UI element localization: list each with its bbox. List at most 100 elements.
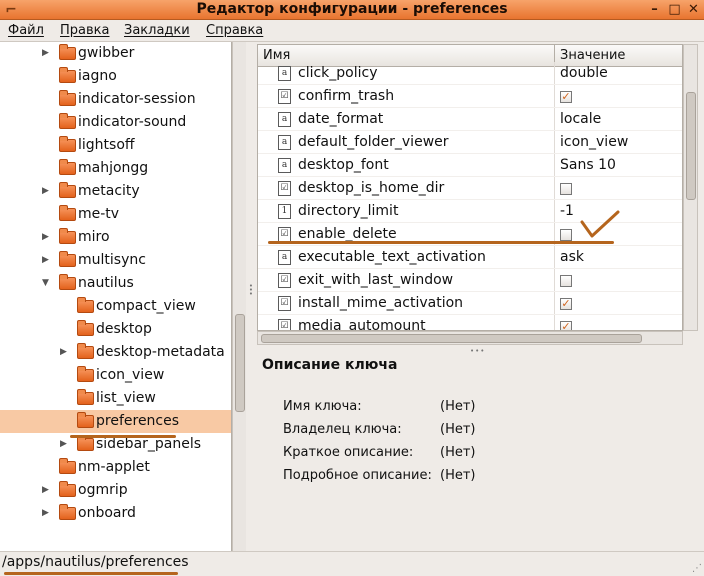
string-key-icon: a bbox=[278, 158, 291, 173]
key-value[interactable]: icon_view bbox=[560, 134, 628, 150]
menu-edit[interactable]: Правка bbox=[60, 23, 109, 38]
key-value-checkbox[interactable] bbox=[560, 183, 572, 195]
folder-icon bbox=[77, 320, 94, 336]
resize-grip-icon[interactable]: ⋰ bbox=[692, 563, 702, 574]
pane-splitter-grip-horizontal[interactable]: ••• bbox=[470, 347, 485, 355]
tree-item-desktop[interactable]: desktop bbox=[0, 318, 231, 341]
expand-arrow-icon[interactable]: ▶ bbox=[42, 254, 52, 266]
folder-icon bbox=[59, 274, 76, 290]
expand-arrow-icon[interactable]: ▶ bbox=[60, 438, 70, 450]
tree-item-ogmrip[interactable]: ▶ ogmrip bbox=[0, 479, 231, 502]
key-row-exit_with_last_window[interactable]: ☑ exit_with_last_window bbox=[258, 269, 682, 292]
expand-arrow-icon[interactable]: ▶ bbox=[42, 231, 52, 243]
tree-item-label: compact_view bbox=[96, 298, 196, 314]
cell-separator bbox=[554, 131, 555, 154]
key-value-checkbox[interactable]: ✓ bbox=[560, 321, 572, 330]
key-row-desktop_font[interactable]: a desktop_font Sans 10 bbox=[258, 154, 682, 177]
tree-item-indicator-session[interactable]: indicator-session bbox=[0, 88, 231, 111]
key-row-install_mime_activation[interactable]: ☑ install_mime_activation ✓ bbox=[258, 292, 682, 315]
folder-icon bbox=[59, 113, 76, 129]
key-value[interactable]: ask bbox=[560, 249, 584, 265]
menu-bookmarks[interactable]: Закладки bbox=[124, 23, 190, 38]
tree-item-label: list_view bbox=[96, 390, 156, 406]
minimize-button[interactable]: – bbox=[646, 1, 663, 18]
key-value-checkbox[interactable]: ✓ bbox=[560, 298, 572, 310]
tree-item-multisync[interactable]: ▶ multisync bbox=[0, 249, 231, 272]
key-row-executable_text_activation[interactable]: a executable_text_activation ask bbox=[258, 246, 682, 269]
tree-item-label: iagno bbox=[78, 68, 117, 84]
tree-item-iagno[interactable]: iagno bbox=[0, 65, 231, 88]
status-path: /apps/nautilus/preferences bbox=[2, 554, 189, 570]
keys-table[interactable]: Имя Значение a click_policy double ☑ confirm… bbox=[257, 44, 683, 331]
collapse-arrow-icon[interactable]: ▼ bbox=[42, 277, 52, 289]
menu-bar: Файл Правка Закладки Справка bbox=[0, 20, 704, 42]
key-row-media_automount[interactable]: ☑ media_automount ✓ bbox=[258, 315, 682, 330]
keys-table-vscrollbar[interactable] bbox=[683, 44, 698, 331]
tree-item-gwibber[interactable]: ▶ gwibber bbox=[0, 42, 231, 65]
tree-scrollbar-thumb[interactable] bbox=[235, 314, 245, 412]
column-header-name[interactable]: Имя bbox=[263, 48, 290, 63]
directory-tree[interactable]: ▶ gwibber iagno indicator-session indicator-… bbox=[0, 42, 232, 551]
key-name: desktop_is_home_dir bbox=[298, 180, 445, 196]
tree-item-nautilus[interactable]: ▼ nautilus bbox=[0, 272, 231, 295]
column-header-value[interactable]: Значение bbox=[560, 48, 625, 63]
key-name: enable_delete bbox=[298, 226, 397, 242]
keys-vscrollbar-thumb[interactable] bbox=[686, 92, 696, 200]
folder-icon bbox=[77, 366, 94, 382]
bool-key-icon: ☑ bbox=[278, 319, 291, 330]
tree-item-indicator-sound[interactable]: indicator-sound bbox=[0, 111, 231, 134]
tree-item-desktop-metadata[interactable]: ▶ desktop-metadata bbox=[0, 341, 231, 364]
folder-icon bbox=[59, 136, 76, 152]
title-bar[interactable]: ⌐ Редактор конфигурации - preferences – … bbox=[0, 0, 704, 20]
key-value-checkbox[interactable] bbox=[560, 229, 572, 241]
key-value[interactable]: -1 bbox=[560, 203, 574, 219]
key-row-confirm_trash[interactable]: ☑ confirm_trash ✓ bbox=[258, 85, 682, 108]
tree-item-label: metacity bbox=[78, 183, 140, 199]
tree-item-compact_view[interactable]: compact_view bbox=[0, 295, 231, 318]
string-key-icon: a bbox=[278, 250, 291, 265]
close-button[interactable]: ✕ bbox=[685, 1, 702, 18]
key-name: click_policy bbox=[298, 65, 378, 81]
key-value-checkbox[interactable] bbox=[560, 275, 572, 287]
key-row-default_folder_viewer[interactable]: a default_folder_viewer icon_view bbox=[258, 131, 682, 154]
tree-item-preferences[interactable]: preferences bbox=[0, 410, 231, 433]
tree-item-mahjongg[interactable]: mahjongg bbox=[0, 157, 231, 180]
tree-scrollbar[interactable] bbox=[232, 42, 246, 551]
tree-item-metacity[interactable]: ▶ metacity bbox=[0, 180, 231, 203]
tree-item-me-tv[interactable]: me-tv bbox=[0, 203, 231, 226]
folder-icon bbox=[59, 228, 76, 244]
key-value[interactable]: double bbox=[560, 65, 608, 81]
tree-item-label: me-tv bbox=[78, 206, 120, 222]
key-name: default_folder_viewer bbox=[298, 134, 449, 150]
int-key-icon: 1 bbox=[278, 204, 291, 219]
key-value-checkbox[interactable]: ✓ bbox=[560, 91, 572, 103]
key-row-desktop_is_home_dir[interactable]: ☑ desktop_is_home_dir bbox=[258, 177, 682, 200]
expand-arrow-icon[interactable]: ▶ bbox=[42, 484, 52, 496]
key-row-click_policy[interactable]: a click_policy double bbox=[258, 62, 682, 85]
tree-item-icon_view[interactable]: icon_view bbox=[0, 364, 231, 387]
key-value[interactable]: Sans 10 bbox=[560, 157, 616, 173]
key-name: install_mime_activation bbox=[298, 295, 464, 311]
tree-item-nm-applet[interactable]: nm-applet bbox=[0, 456, 231, 479]
menu-file[interactable]: Файл bbox=[8, 23, 44, 38]
expand-arrow-icon[interactable]: ▶ bbox=[42, 507, 52, 519]
tree-item-label: nm-applet bbox=[78, 459, 150, 475]
tree-item-list_view[interactable]: list_view bbox=[0, 387, 231, 410]
menu-help[interactable]: Справка bbox=[206, 23, 263, 38]
annotation-underline-status bbox=[4, 572, 178, 575]
key-value[interactable]: locale bbox=[560, 111, 601, 127]
expand-arrow-icon[interactable]: ▶ bbox=[42, 47, 52, 59]
short-description-value: (Нет) bbox=[440, 445, 476, 460]
expand-arrow-icon[interactable]: ▶ bbox=[60, 346, 70, 358]
expand-arrow-icon[interactable]: ▶ bbox=[42, 185, 52, 197]
key-row-date_format[interactable]: a date_format locale bbox=[258, 108, 682, 131]
tree-item-miro[interactable]: ▶ miro bbox=[0, 226, 231, 249]
tree-item-onboard[interactable]: ▶ onboard bbox=[0, 502, 231, 525]
maximize-button[interactable]: □ bbox=[666, 1, 683, 18]
key-name: executable_text_activation bbox=[298, 249, 486, 265]
keys-hscrollbar-thumb[interactable] bbox=[261, 334, 642, 343]
cell-separator bbox=[554, 85, 555, 108]
tree-item-lightsoff[interactable]: lightsoff bbox=[0, 134, 231, 157]
keys-table-hscrollbar[interactable] bbox=[257, 331, 683, 345]
pane-splitter-grip[interactable]: • • • bbox=[248, 283, 254, 298]
